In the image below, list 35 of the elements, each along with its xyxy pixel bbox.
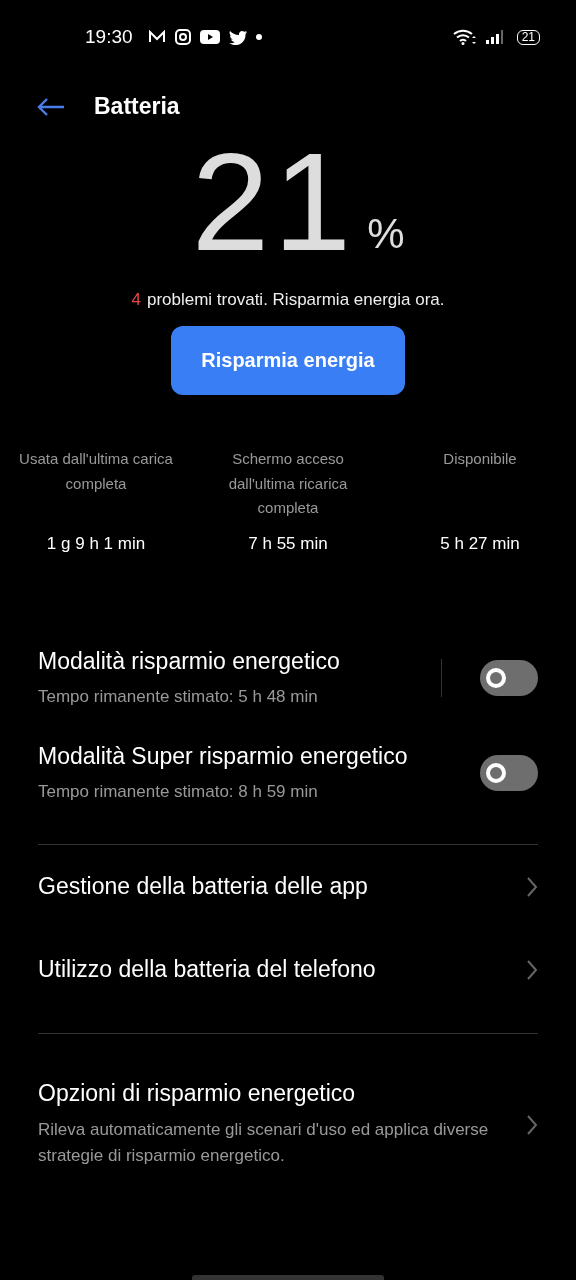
issue-count: 4 [131, 290, 141, 310]
bird-icon [228, 29, 247, 45]
chevron-icon [526, 958, 538, 981]
toggle-switch[interactable] [480, 659, 538, 696]
battery-percentage: 21 [191, 142, 356, 262]
signal-icon [485, 30, 504, 44]
setting-title: Opzioni di risparmio energetico [38, 1080, 357, 1107]
toggle-switch[interactable] [480, 754, 538, 791]
mail-icon [147, 30, 166, 44]
setting-description: Rileva automaticamente gli scenari d'uso ed applica diverse strategie di risparmio energetico. [38, 1119, 490, 1167]
wifi-icon [452, 29, 477, 45]
stat-value: 1 g 9 h 1 min [46, 534, 146, 554]
chevron-icon [526, 875, 538, 898]
issue-message: problemi trovati. Risparmia energia ora. [146, 290, 445, 310]
setting-subtitle: Tempo rimanente stimato: 5 h 48 min [38, 687, 319, 707]
setting-title: Modalità risparmio energetico [38, 648, 341, 675]
back-arrow-icon[interactable] [36, 96, 66, 117]
percent-sign: % [367, 210, 405, 258]
page-title: Batteria [94, 93, 180, 120]
battery-indicator: 21 [516, 29, 540, 45]
settings-row[interactable]: Utilizzo della batteria del telefono [0, 928, 576, 1011]
status-time: 19:30 [85, 26, 133, 48]
play-icon [199, 30, 220, 44]
settings-row[interactable]: Gestione della batteria delle app [0, 845, 576, 928]
notification-dot-icon [255, 34, 262, 40]
stat-value: 5 h 27 min [440, 534, 520, 554]
stat-label: Schermo acceso dall'ultima ricarica completa [227, 449, 349, 518]
stat-value: 7 h 55 min [248, 534, 328, 554]
stat-label: Disponibile [442, 449, 518, 469]
setting-subtitle: Tempo rimanente stimato: 8 h 59 min [38, 782, 319, 802]
save-energy-button[interactable]: Risparmia energia [171, 326, 405, 395]
chevron-icon[interactable] [526, 1113, 538, 1136]
camera-icon [174, 29, 191, 45]
stat-label: Usata dall'ultima carica completa [18, 449, 174, 494]
setting-title: Modalità Super risparmio energetico [38, 743, 409, 770]
